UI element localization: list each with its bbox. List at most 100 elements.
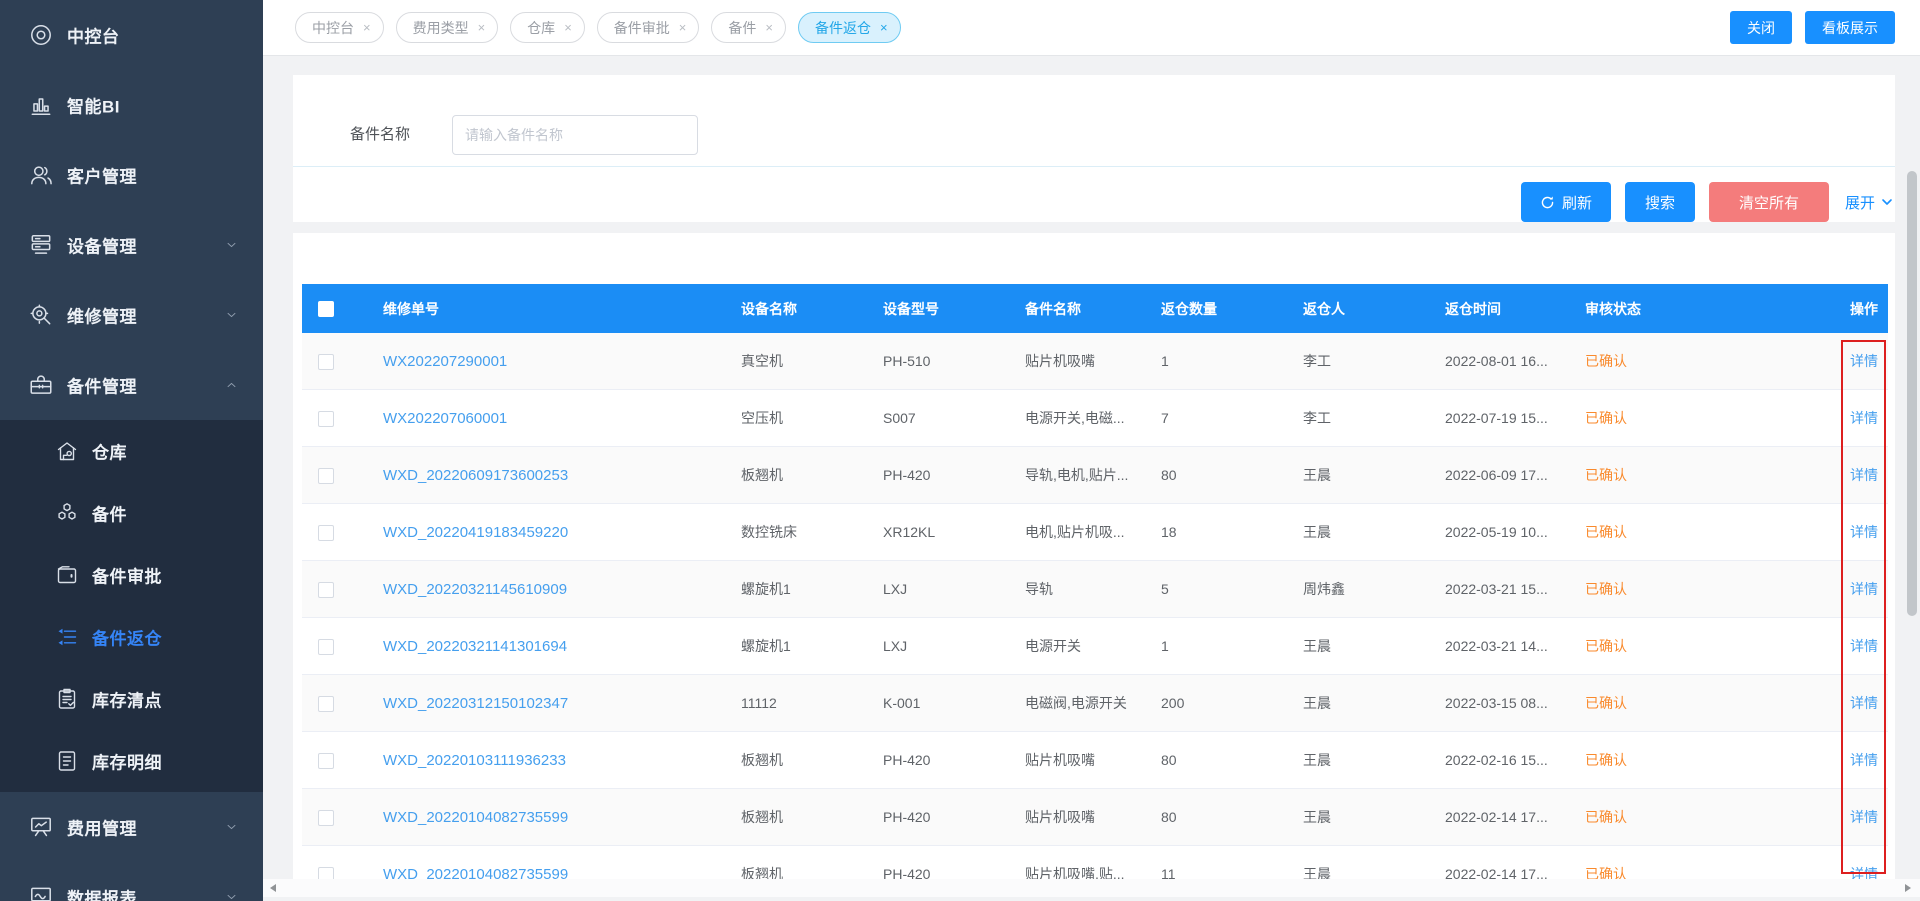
tab-close-icon[interactable]: × [363,21,371,34]
order-no-link[interactable]: WXD_20220419183459220 [383,524,568,541]
part-name-cell: 电源开关 [1012,618,1148,675]
expand-toggle[interactable]: 展开 [1845,192,1893,213]
close-button[interactable]: 关闭 [1730,11,1792,44]
tab-close-icon[interactable]: × [564,21,572,34]
table-row: WX202207060001 空压机 S007 电源开关,电磁... 7 李工 … [302,390,1888,447]
tab[interactable]: 备件返仓 × [798,12,901,43]
device-name-cell: 数控铣床 [728,504,870,561]
status-badge: 已确认 [1585,695,1627,711]
scroll-right-arrow-icon[interactable] [1905,884,1911,892]
tab-close-icon[interactable]: × [880,21,888,34]
order-no-link[interactable]: WXD_20220312150102347 [383,695,568,712]
row-checkbox[interactable] [318,753,334,769]
tab[interactable]: 备件 × [711,12,786,43]
detail-link[interactable]: 详情 [1850,809,1878,825]
row-checkbox[interactable] [318,582,334,598]
tab[interactable]: 费用类型 × [396,12,499,43]
detail-link[interactable]: 详情 [1850,752,1878,768]
search-button[interactable]: 搜索 [1625,182,1695,222]
detail-link[interactable]: 详情 [1850,638,1878,654]
order-no-link[interactable]: WXD_20220609173600253 [383,467,568,484]
time-cell: 2022-02-14 17... [1432,846,1572,880]
row-checkbox[interactable] [318,468,334,484]
tab-label: 仓库 [527,18,555,38]
row-checkbox[interactable] [318,639,334,655]
vertical-scrollbar-thumb[interactable] [1907,171,1917,616]
col-order-no: 维修单号 [370,284,728,333]
sidebar-item[interactable]: 设备管理 [0,210,263,280]
table-body: WX202207290001 真空机 PH-510 贴片机吸嘴 1 李工 202… [302,333,1888,879]
order-no-link[interactable]: WXD_20220104082735599 [383,866,568,880]
scroll-left-arrow-icon[interactable] [270,884,276,892]
time-cell: 2022-03-15 08... [1432,675,1572,732]
sidebar-item-icon [55,749,79,773]
detail-link[interactable]: 详情 [1850,410,1878,426]
detail-link[interactable]: 详情 [1850,353,1878,369]
sidebar-item[interactable]: 客户管理 [0,140,263,210]
content-area: 备件名称 刷新 搜索 清空所有 展开 [263,56,1920,901]
tab[interactable]: 备件审批 × [597,12,700,43]
sidebar-item[interactable]: 中控台 [0,0,263,70]
status-badge: 已确认 [1585,752,1627,768]
row-checkbox[interactable] [318,525,334,541]
order-no-link[interactable]: WXD_20220103111936233 [383,752,566,769]
sidebar-item[interactable]: 备件返仓 [0,606,263,668]
qty-cell: 7 [1148,390,1290,447]
divider [293,166,1895,167]
detail-link[interactable]: 详情 [1850,467,1878,483]
tab-close-icon[interactable]: × [679,21,687,34]
time-cell: 2022-03-21 15... [1432,561,1572,618]
detail-link[interactable]: 详情 [1850,524,1878,540]
refresh-icon [1540,195,1555,210]
clear-all-button[interactable]: 清空所有 [1709,182,1829,222]
sidebar-item[interactable]: 备件 [0,482,263,544]
sidebar-item-label: 费用管理 [67,815,137,840]
order-no-link[interactable]: WXD_20220104082735599 [383,809,568,826]
col-device-name: 设备名称 [728,284,870,333]
sidebar-item[interactable]: 仓库 [0,420,263,482]
search-panel: 备件名称 刷新 搜索 清空所有 展开 [293,75,1895,222]
device-name-cell: 板翘机 [728,732,870,789]
part-name-input[interactable] [452,115,698,155]
sidebar-item[interactable]: 库存清点 [0,668,263,730]
tab-close-icon[interactable]: × [478,21,486,34]
horizontal-scrollbar[interactable] [263,879,1920,897]
tab-label: 备件审批 [614,18,670,38]
tab[interactable]: 中控台 × [295,12,384,43]
row-checkbox[interactable] [318,696,334,712]
order-no-link[interactable]: WXD_20220321141301694 [383,638,567,655]
row-checkbox[interactable] [318,867,334,879]
table-row: WXD_20220321141301694 螺旋机1 LXJ 电源开关 1 王晨… [302,618,1888,675]
col-part-name: 备件名称 [1012,284,1148,333]
row-checkbox[interactable] [318,411,334,427]
sidebar-item[interactable]: 库存明细 [0,730,263,792]
order-no-link[interactable]: WX202207060001 [383,410,507,427]
part-name-cell: 贴片机吸嘴 [1012,789,1148,846]
row-checkbox[interactable] [318,810,334,826]
detail-link[interactable]: 详情 [1850,581,1878,597]
device-name-cell: 空压机 [728,390,870,447]
refresh-button[interactable]: 刷新 [1521,182,1611,222]
status-badge: 已确认 [1585,410,1627,426]
time-cell: 2022-08-01 16... [1432,333,1572,390]
device-name-cell: 板翘机 [728,846,870,880]
sidebar-item[interactable]: 智能BI [0,70,263,140]
board-display-button[interactable]: 看板展示 [1805,11,1895,44]
order-no-link[interactable]: WXD_20220321145610909 [383,581,567,598]
select-all-checkbox[interactable] [318,301,334,317]
detail-link[interactable]: 详情 [1850,695,1878,711]
detail-link[interactable]: 详情 [1850,866,1878,879]
order-no-link[interactable]: WX202207290001 [383,353,507,370]
tab[interactable]: 仓库 × [510,12,585,43]
tab-close-icon[interactable]: × [765,21,773,34]
col-action: 操作 [1830,284,1888,333]
sidebar-item[interactable]: 备件管理 [0,350,263,420]
sidebar-item[interactable]: 维修管理 [0,280,263,350]
sidebar-item[interactable]: 数据报表 [0,862,263,901]
parts-return-table: 维修单号 设备名称 设备型号 备件名称 返仓数量 返仓人 返仓时间 审核状态 操… [302,284,1888,879]
part-name-cell: 贴片机吸嘴,贴... [1012,846,1148,880]
sidebar-item[interactable]: 费用管理 [0,792,263,862]
device-name-cell: 板翘机 [728,447,870,504]
row-checkbox[interactable] [318,354,334,370]
sidebar-item[interactable]: 备件审批 [0,544,263,606]
